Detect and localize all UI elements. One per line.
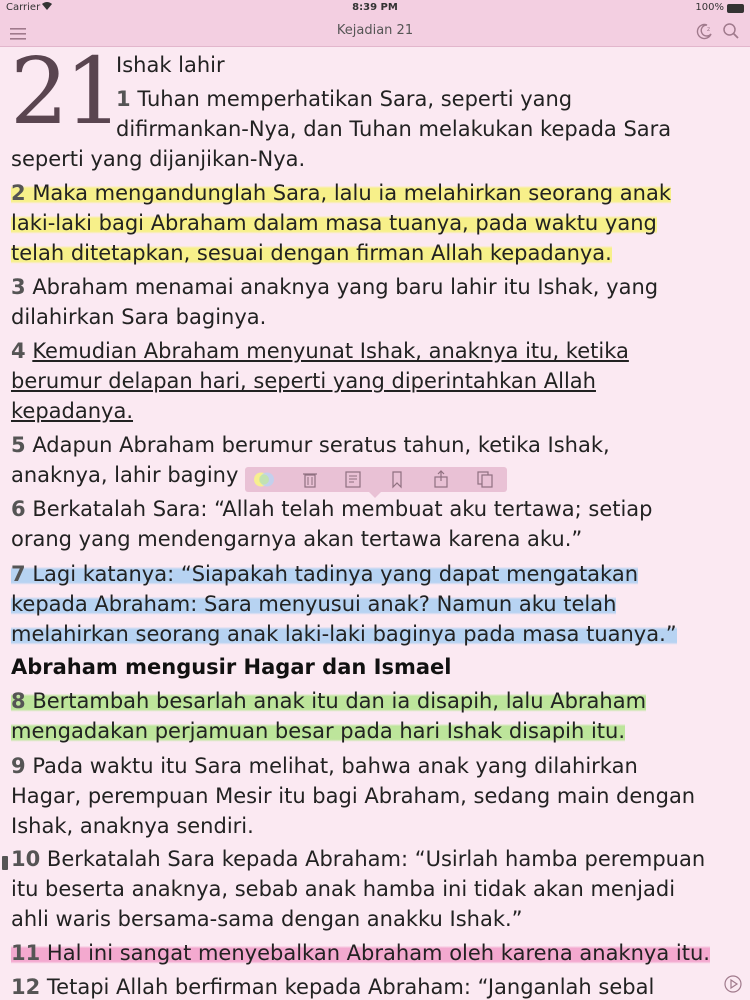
verse-7-line[interactable]: kepada Abraham: Sara menyusui anak? Namu… bbox=[11, 589, 617, 619]
note-marker-icon[interactable] bbox=[2, 856, 8, 870]
chapter-number: 21 bbox=[10, 48, 123, 145]
verse-3[interactable]: 3 Abraham menamai anaknya yang baru lahi… bbox=[11, 272, 658, 302]
verse-2-line[interactable]: telah ditetapkan, sesuai dengan firman A… bbox=[11, 238, 612, 268]
verse-text: dilahirkan Sara baginya. bbox=[11, 305, 267, 329]
verse-text: orang yang mendengarnya akan tertawa kar… bbox=[11, 527, 583, 551]
verse-7[interactable]: 7 Lagi katanya: “Siapakah tadinya yang d… bbox=[11, 559, 639, 589]
verse-text: berumur delapan hari, seperti yang diper… bbox=[11, 369, 596, 393]
verse-text: kepada Abraham: Sara menyusui anak? Namu… bbox=[11, 592, 617, 616]
bible-text-area[interactable]: 21 Ishak lahir 1 Tuhan memperhatikan Sar… bbox=[0, 48, 750, 1000]
verse-number: 4 bbox=[11, 339, 26, 363]
verse-9[interactable]: 9 Pada waktu itu Sara melihat, bahwa ana… bbox=[11, 751, 638, 781]
verse-text: Kemudian Abraham menyunat Ishak, anaknya… bbox=[32, 339, 629, 363]
verse-text: laki-laki bagi Abraham dalam masa tuanya… bbox=[11, 211, 657, 235]
verse-6[interactable]: 6 Berkatalah Sara: “Allah telah membuat … bbox=[11, 494, 653, 524]
verse-12[interactable]: 12 Tetapi Allah berfirman kepada Abraham… bbox=[11, 972, 654, 1000]
verse-number: 7 bbox=[11, 562, 26, 586]
verse-text: seperti yang dijanjikan-Nya. bbox=[11, 147, 306, 171]
verse-text: melahirkan seorang anak laki-laki baginy… bbox=[11, 622, 677, 646]
verse-text: mengadakan perjamuan besar pada hari Ish… bbox=[11, 719, 626, 743]
verse-10[interactable]: 10 Berkatalah Sara kepada Abraham: “Usir… bbox=[11, 844, 705, 874]
note-icon[interactable] bbox=[343, 470, 363, 489]
verse-5[interactable]: 5 Adapun Abraham berumur seratus tahun, … bbox=[11, 430, 610, 460]
bookmark-icon[interactable] bbox=[387, 470, 407, 489]
verse-number: 10 bbox=[11, 847, 41, 871]
verse-10-line[interactable]: itu beserta anaknya, sebab anak hamba in… bbox=[11, 874, 675, 904]
verse-number: 2 bbox=[11, 181, 26, 205]
verse-text: Tuhan memperhatikan Sara, seperti yang bbox=[137, 87, 573, 111]
color-highlight-icon[interactable] bbox=[253, 470, 274, 489]
verse-text: Pada waktu itu Sara melihat, bahwa anak … bbox=[32, 754, 638, 778]
verse-text: Berkatalah Sara: “Allah telah membuat ak… bbox=[32, 497, 653, 521]
verse-text: Ishak, anaknya sendiri. bbox=[11, 814, 254, 838]
verse-number: 8 bbox=[11, 689, 26, 713]
verse-9-line[interactable]: Ishak, anaknya sendiri. bbox=[11, 811, 254, 841]
verse-10-line[interactable]: ahli waris bersama-sama dengan anakku Is… bbox=[11, 904, 523, 934]
verse-text: difirmankan-Nya, dan Tuhan melakukan kep… bbox=[116, 117, 672, 141]
verse-text: telah ditetapkan, sesuai dengan firman A… bbox=[11, 241, 612, 265]
verse-5-line[interactable]: anaknya, lahir baginy bbox=[11, 460, 238, 490]
navigation-bar: Kejadian 21 z bbox=[0, 16, 750, 47]
verse-number: 12 bbox=[11, 975, 41, 999]
verse-9-line[interactable]: Hagar, perempuan Mesir itu bagi Abraham,… bbox=[11, 781, 695, 811]
verse-1[interactable]: 1 Tuhan memperhatikan Sara, seperti yang bbox=[116, 84, 572, 114]
verse-1-line[interactable]: seperti yang dijanjikan-Nya. bbox=[11, 144, 305, 174]
verse-number: 1 bbox=[116, 87, 131, 111]
verse-4[interactable]: 4 Kemudian Abraham menyunat Ishak, anakn… bbox=[11, 336, 629, 366]
verse-4-line[interactable]: berumur delapan hari, seperti yang diper… bbox=[11, 366, 596, 396]
battery-icon bbox=[727, 4, 744, 13]
section-heading: Ishak lahir bbox=[116, 53, 225, 77]
verse-8[interactable]: 8 Bertambah besarlah anak itu dan ia dis… bbox=[11, 686, 647, 716]
verse-11[interactable]: 11 Hal ini sangat menyebalkan Abraham ol… bbox=[11, 938, 710, 968]
verse-text: ahli waris bersama-sama dengan anakku Is… bbox=[11, 907, 523, 931]
toolbar-pointer bbox=[369, 492, 381, 498]
verse-7-line[interactable]: melahirkan seorang anak laki-laki baginy… bbox=[11, 619, 677, 649]
verse-1-line[interactable]: difirmankan-Nya, dan Tuhan melakukan kep… bbox=[116, 114, 671, 144]
play-audio-icon[interactable] bbox=[724, 975, 742, 993]
search-icon[interactable] bbox=[722, 22, 740, 40]
page-title[interactable]: Kejadian 21 bbox=[0, 23, 750, 38]
share-icon[interactable] bbox=[431, 470, 451, 489]
verse-action-toolbar bbox=[245, 467, 507, 498]
battery-percentage: 100% bbox=[695, 2, 724, 13]
verse-number: 3 bbox=[11, 275, 26, 299]
verse-8-line[interactable]: mengadakan perjamuan besar pada hari Ish… bbox=[11, 716, 626, 746]
verse-text: Berkatalah Sara kepada Abraham: “Usirlah… bbox=[46, 847, 706, 871]
verse-number: 11 bbox=[11, 941, 41, 965]
verse-text: Lagi katanya: “Siapakah tadinya yang dap… bbox=[32, 562, 639, 586]
verse-text: itu beserta anaknya, sebab anak hamba in… bbox=[11, 877, 676, 901]
status-bar: Carrier 8:39 PM 100% bbox=[0, 0, 750, 16]
verse-number: 5 bbox=[11, 433, 26, 457]
verse-text: anaknya, lahir baginy bbox=[11, 463, 239, 487]
verse-2[interactable]: 2 Maka mengandunglah Sara, lalu ia melah… bbox=[11, 178, 671, 208]
verse-text: Adapun Abraham berumur seratus tahun, ke… bbox=[32, 433, 610, 457]
section-heading: Abraham mengusir Hagar dan Ismael bbox=[11, 655, 452, 679]
night-mode-icon[interactable]: z bbox=[696, 22, 714, 40]
verse-text: Hagar, perempuan Mesir itu bagi Abraham,… bbox=[11, 784, 696, 808]
verse-2-line[interactable]: laki-laki bagi Abraham dalam masa tuanya… bbox=[11, 208, 657, 238]
copy-icon[interactable] bbox=[475, 470, 495, 489]
verse-text: Hal ini sangat menyebalkan Abraham oleh … bbox=[46, 941, 710, 965]
verse-text: Abraham menamai anaknya yang baru lahir … bbox=[32, 275, 659, 299]
verse-3-line[interactable]: dilahirkan Sara baginya. bbox=[11, 302, 266, 332]
verse-6-line[interactable]: orang yang mendengarnya akan tertawa kar… bbox=[11, 524, 582, 554]
verse-4-line[interactable]: kepadanya. bbox=[11, 396, 133, 426]
verse-text: Tetapi Allah berfirman kepada Abraham: “… bbox=[46, 975, 655, 999]
verse-text: Bertambah besarlah anak itu dan ia disap… bbox=[32, 689, 647, 713]
verse-text: kepadanya. bbox=[11, 399, 134, 423]
svg-text:z: z bbox=[707, 26, 710, 33]
clock: 8:39 PM bbox=[352, 2, 398, 13]
verse-number: 9 bbox=[11, 754, 26, 778]
verse-number: 6 bbox=[11, 497, 26, 521]
trash-icon[interactable] bbox=[300, 470, 320, 489]
verse-text: Maka mengandunglah Sara, lalu ia melahir… bbox=[32, 181, 671, 205]
